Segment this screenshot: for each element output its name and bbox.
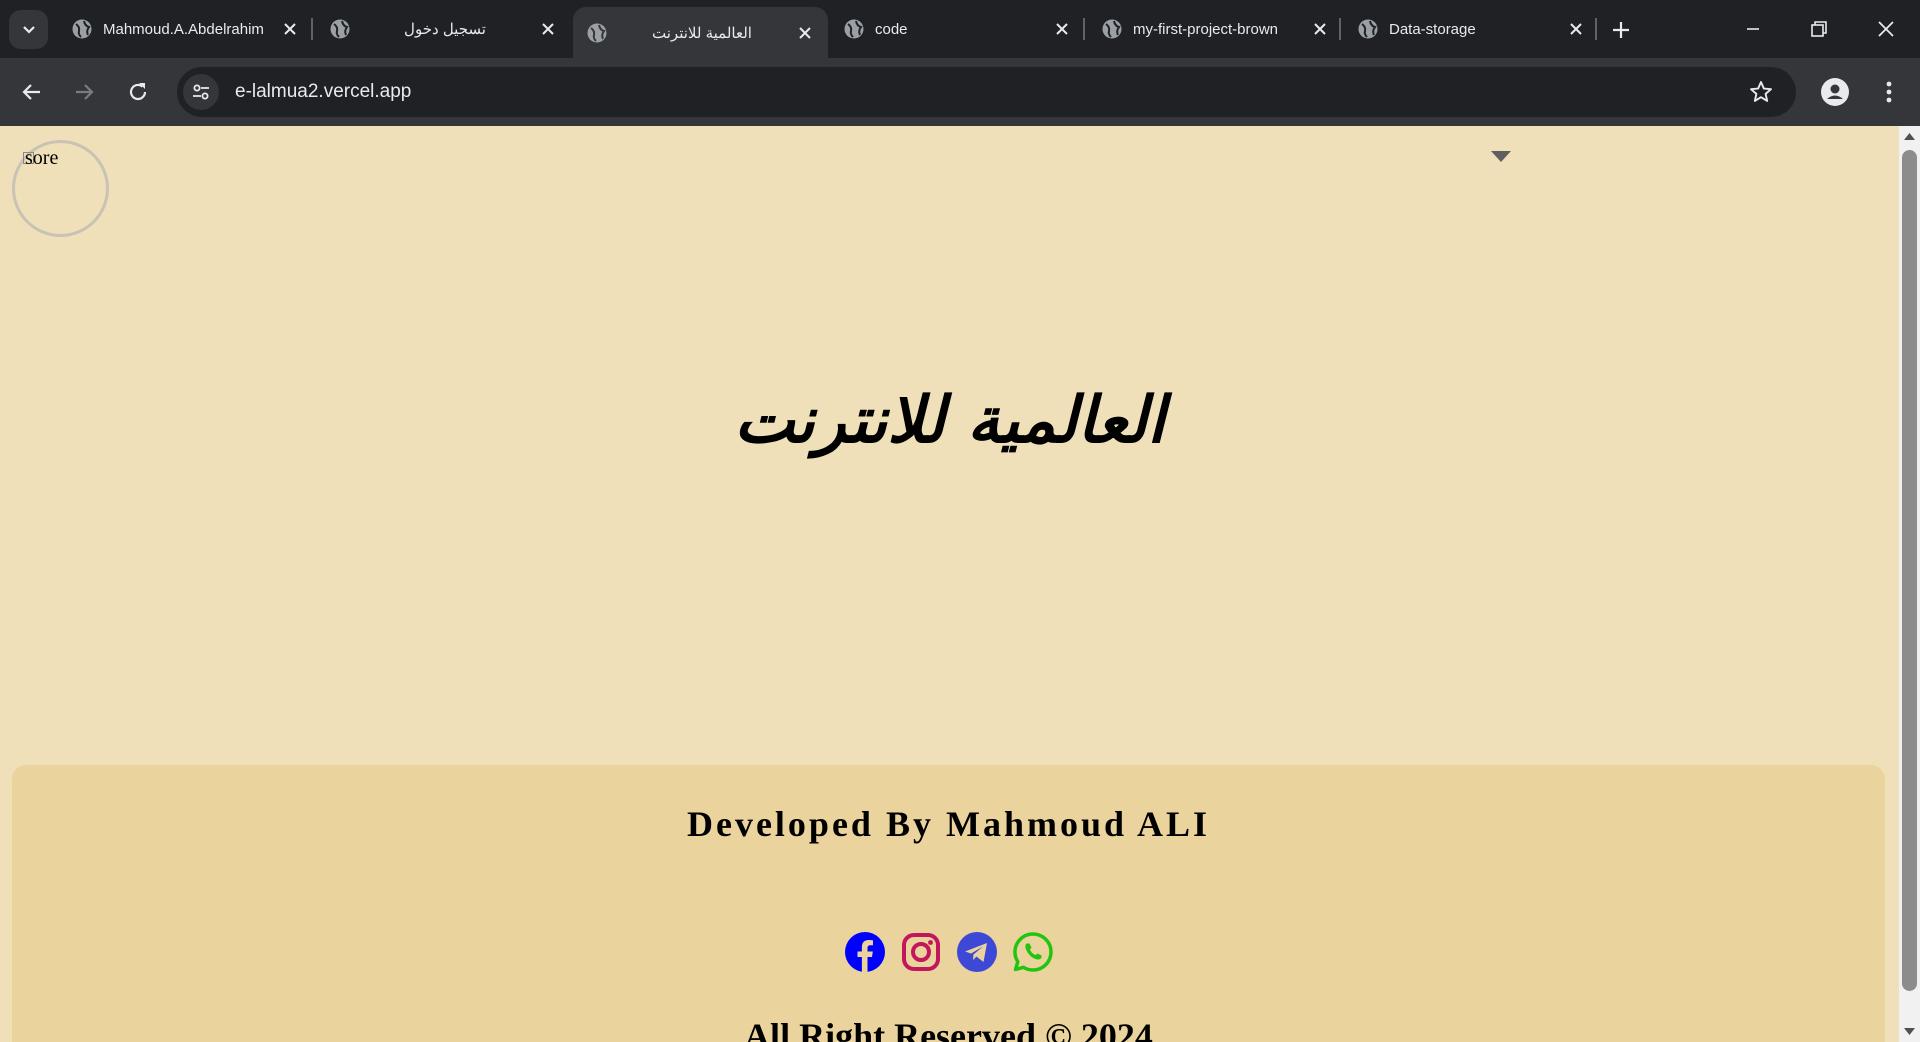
- tab-separator: [1083, 18, 1085, 40]
- bookmark-star-icon[interactable]: [1748, 79, 1774, 105]
- tab-6[interactable]: Data-storage: [1344, 6, 1599, 52]
- instagram-icon[interactable]: [900, 931, 942, 973]
- chevron-down-icon: [22, 25, 35, 34]
- more-menu-icon[interactable]: [1874, 77, 1904, 107]
- copyright-text: All Right Reserved © 2024: [744, 1016, 1153, 1042]
- url-text[interactable]: e-lalmua2.vercel.app: [235, 81, 411, 103]
- tab-5[interactable]: my-first-project-brown: [1088, 6, 1343, 52]
- globe-icon: [587, 23, 607, 42]
- tab-title: Mahmoud.A.Abdelrahim: [103, 20, 264, 38]
- restore-icon[interactable]: [1806, 16, 1832, 42]
- tab-separator: [1595, 18, 1597, 40]
- tab-title: Data-storage: [1389, 20, 1476, 38]
- reload-icon[interactable]: [123, 77, 153, 107]
- footer: Developed By Mahmoud ALI All Right Reser…: [12, 765, 1885, 1042]
- site-logo[interactable]: sore: [12, 140, 109, 237]
- whatsapp-icon[interactable]: [1012, 931, 1054, 973]
- tune-icon: [193, 84, 209, 100]
- close-window-icon[interactable]: [1873, 16, 1899, 42]
- social-links: [12, 931, 1885, 973]
- globe-icon: [72, 19, 92, 39]
- tab-separator: [1339, 18, 1341, 40]
- browser-toolbar: e-lalmua2.vercel.app: [0, 58, 1920, 126]
- close-icon[interactable]: [1311, 20, 1329, 38]
- globe-icon: [330, 19, 350, 39]
- developer-credit: Developed By Mahmoud ALI: [686, 804, 1211, 844]
- hero-title: العالمية للانترنت: [734, 384, 1165, 458]
- tab-title: تسجيل دخول: [404, 21, 486, 38]
- tab-4[interactable]: code: [830, 6, 1085, 52]
- tab-strip: Mahmoud.A.Abdelrahim تسجيل دخول العالمية…: [0, 0, 1920, 58]
- close-icon[interactable]: [796, 24, 814, 42]
- close-icon[interactable]: [1567, 20, 1585, 38]
- tab-title: my-first-project-brown: [1133, 20, 1279, 38]
- back-arrow-icon[interactable]: [17, 77, 47, 107]
- tab-3-active[interactable]: العالمية للانترنت: [573, 7, 828, 58]
- tab-separator: [311, 18, 313, 40]
- tab-2[interactable]: تسجيل دخول: [316, 6, 571, 52]
- site-info-button[interactable]: [183, 74, 219, 110]
- profile-avatar-icon[interactable]: [1820, 77, 1850, 107]
- close-icon[interactable]: [1053, 20, 1071, 38]
- close-icon[interactable]: [539, 20, 557, 38]
- new-tab-plus-icon[interactable]: [1609, 18, 1633, 42]
- scroll-down-arrow-icon[interactable]: [1903, 1027, 1916, 1036]
- page-viewport: sore العالمية للانترنت Developed By Mahm…: [0, 126, 1899, 1042]
- scrollbar-thumb[interactable]: [1902, 150, 1917, 991]
- dropdown-caret-icon[interactable]: [1490, 149, 1512, 163]
- telegram-icon[interactable]: [956, 931, 998, 973]
- facebook-icon[interactable]: [844, 931, 886, 973]
- close-icon[interactable]: [281, 20, 299, 38]
- tab-title: العالمية للانترنت: [652, 24, 752, 42]
- tab-title: code: [875, 20, 908, 38]
- globe-icon: [1358, 19, 1378, 39]
- tab-1[interactable]: Mahmoud.A.Abdelrahim: [58, 6, 313, 52]
- address-bar[interactable]: e-lalmua2.vercel.app: [177, 67, 1796, 117]
- scroll-up-arrow-icon[interactable]: [1903, 132, 1916, 141]
- vertical-scrollbar[interactable]: [1899, 126, 1920, 1042]
- globe-icon: [844, 19, 864, 39]
- forward-arrow-icon[interactable]: [69, 77, 99, 107]
- minimize-icon[interactable]: [1740, 16, 1766, 42]
- globe-icon: [1102, 19, 1122, 39]
- tab-search-button[interactable]: [9, 10, 48, 49]
- logo-alt-text: sore: [25, 147, 59, 169]
